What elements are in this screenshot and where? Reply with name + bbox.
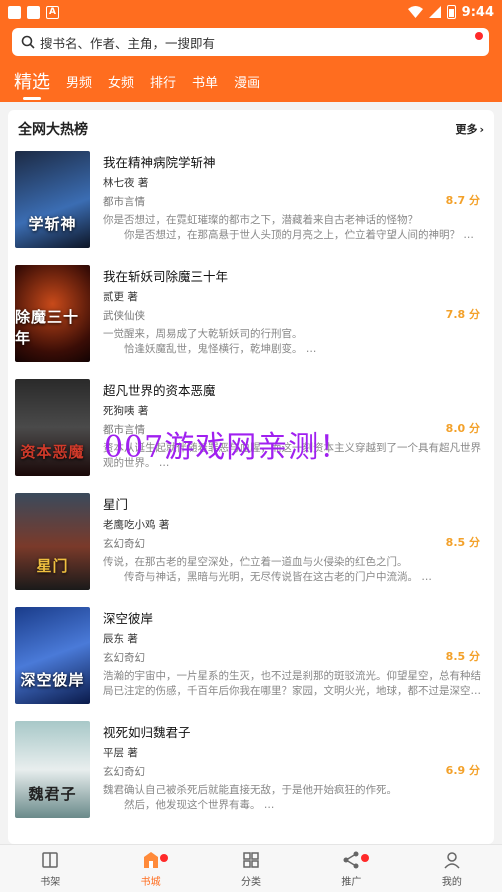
- book-author: 死狗咦 著: [103, 405, 149, 417]
- book-title: 深空彼岸: [103, 611, 154, 626]
- book-category: 玄幻奇幻: [103, 652, 145, 664]
- book-score: 6.9 分: [445, 764, 480, 777]
- book-author: 平层 著: [103, 747, 138, 759]
- store-icon: [143, 851, 158, 868]
- tab-comics[interactable]: 漫画: [234, 72, 260, 91]
- book-title: 视死如归魏君子: [103, 725, 191, 740]
- category-icon: [243, 851, 259, 868]
- nav-profile[interactable]: 我的: [402, 845, 502, 892]
- nav-label: 分类: [241, 876, 262, 888]
- tab-male[interactable]: 男频: [66, 72, 92, 91]
- tab-featured[interactable]: 精选: [14, 68, 50, 100]
- tab-booklist[interactable]: 书单: [192, 72, 218, 91]
- book-author: 辰东 著: [103, 633, 138, 645]
- book-description: 你是否想过，在霓虹璀璨的都市之下，潜藏着来自古老神话的怪物？ 你是否想过，在那高…: [103, 214, 474, 241]
- notification-dot: [361, 854, 370, 862]
- battery-icon: [446, 5, 456, 19]
- book-category: 武侠仙侠: [103, 310, 145, 322]
- book-score: 7.8 分: [445, 308, 480, 321]
- notification-a-icon: A: [46, 5, 59, 19]
- book-category: 玄幻奇幻: [103, 538, 145, 550]
- section-title: 全网大热榜: [18, 122, 88, 138]
- tab-ranking[interactable]: 排行: [150, 72, 176, 91]
- search-placeholder: 搜书名、作者、主角，一搜即有: [40, 35, 216, 51]
- chevron-right-icon: ›: [479, 122, 484, 136]
- book-cover: 魏君子: [15, 721, 90, 818]
- book-description: 浩瀚的宇宙中，一片星系的生灭，也不过是刹那的斑驳流光。仰望星空，总有种结局已注定…: [103, 670, 481, 697]
- book-item[interactable]: 星门 星门 老鹰吃小鸡 著 玄幻奇幻 8.5 分 传说，在那古老的星空深处，伫立…: [8, 493, 494, 607]
- book-title: 我在精神病院学斩神: [103, 155, 216, 170]
- nav-store[interactable]: 书城: [100, 845, 200, 892]
- profile-icon: [444, 851, 460, 869]
- nav-label: 书架: [40, 876, 61, 888]
- book-cover: 星门: [15, 493, 90, 590]
- book-author: 贰更 著: [103, 291, 138, 303]
- book-title: 超凡世界的资本恶魔: [103, 383, 216, 398]
- status-bar: A 9:44: [0, 0, 502, 24]
- book-item[interactable]: 学斩神 我在精神病院学斩神 林七夜 著 都市言情 8.7 分 你是否想过，在霓虹…: [8, 151, 494, 265]
- book-cover: 除魔三十年: [15, 265, 90, 362]
- book-category: 都市言情: [103, 196, 145, 208]
- nav-label: 我的: [441, 876, 462, 888]
- bookshelf-icon: [42, 851, 58, 868]
- book-title: 星门: [103, 497, 129, 512]
- book-title: 我在斩妖司除魔三十年: [103, 269, 229, 284]
- search-icon: [18, 32, 38, 52]
- notification-icon: [8, 5, 21, 19]
- search-bar[interactable]: 搜书名、作者、主角，一搜即有: [12, 28, 489, 56]
- book-score: 8.5 分: [445, 536, 480, 549]
- notification-dot: [160, 854, 169, 862]
- status-time: 9:44: [461, 4, 494, 20]
- tab-female[interactable]: 女频: [108, 72, 134, 91]
- hot-list-card: 全网大热榜 更多 › 学斩神 我在精神病院学斩神 林七夜 著 都市言情 8.7 …: [8, 110, 494, 844]
- nav-promote[interactable]: 推广: [301, 845, 401, 892]
- book-score: 8.5 分: [445, 650, 480, 663]
- book-author: 老鹰吃小鸡 著: [103, 519, 170, 531]
- book-item[interactable]: 资本恶魔 超凡世界的资本恶魔 死狗咦 著 都市言情 8.0 分 资本从诞生起就伴…: [8, 379, 494, 493]
- signal-icon: [428, 6, 441, 18]
- nav-label: 书城: [140, 876, 161, 888]
- book-category: 都市言情: [103, 424, 145, 436]
- more-label: 更多: [455, 123, 478, 136]
- book-description: 一觉醒来，周易成了大乾斩妖司的行刑官。 恰逢妖魔乱世，鬼怪横行，乾坤剧变。 …: [103, 328, 317, 355]
- notification-icon: [27, 5, 40, 19]
- book-description: 资本从诞生起就伴随着罪恶与血腥，而这一刻资本主义穿越到了一个具有超凡世界观的世界…: [103, 442, 481, 469]
- more-button[interactable]: 更多 ›: [455, 121, 484, 137]
- section-header: 全网大热榜 更多 ›: [8, 110, 494, 148]
- book-cover: 学斩神: [15, 151, 90, 248]
- category-tabs: 精选 男频 女频 排行 书单 漫画: [0, 66, 502, 100]
- wifi-icon: [407, 6, 423, 18]
- book-item[interactable]: 除魔三十年 我在斩妖司除魔三十年 贰更 著 武侠仙侠 7.8 分 一觉醒来，周易…: [8, 265, 494, 379]
- book-item[interactable]: 深空彼岸 深空彼岸 辰东 著 玄幻奇幻 8.5 分 浩瀚的宇宙中，一片星系的生灭…: [8, 607, 494, 721]
- book-cover: 资本恶魔: [15, 379, 90, 476]
- book-score: 8.7 分: [445, 194, 480, 207]
- notification-dot: [475, 32, 483, 40]
- bottom-nav: 书架 书城 分类 推广 我的: [0, 844, 502, 892]
- book-author: 林七夜 著: [103, 177, 149, 189]
- book-score: 8.0 分: [445, 422, 480, 435]
- nav-bookshelf[interactable]: 书架: [0, 845, 100, 892]
- app-header: A 9:44 搜书名、作者、主角，一搜即有 精选 男频 女频 排行 书单 漫画: [0, 0, 502, 102]
- book-description: 魏君确认自己被杀死后就能直接无敌，于是他开始疯狂的作死。 然后，他发现这个世界有…: [103, 784, 397, 811]
- book-cover: 深空彼岸: [15, 607, 90, 704]
- book-description: 传说，在那古老的星空深处，伫立着一道血与火侵染的红色之门。 传奇与神话，黑暗与光…: [103, 556, 432, 583]
- book-item[interactable]: 魏君子 视死如归魏君子 平层 著 玄幻奇幻 6.9 分 魏君确认自己被杀死后就能…: [8, 721, 494, 835]
- book-category: 玄幻奇幻: [103, 766, 145, 778]
- share-icon: [343, 851, 359, 868]
- nav-label: 推广: [341, 876, 362, 888]
- nav-category[interactable]: 分类: [201, 845, 301, 892]
